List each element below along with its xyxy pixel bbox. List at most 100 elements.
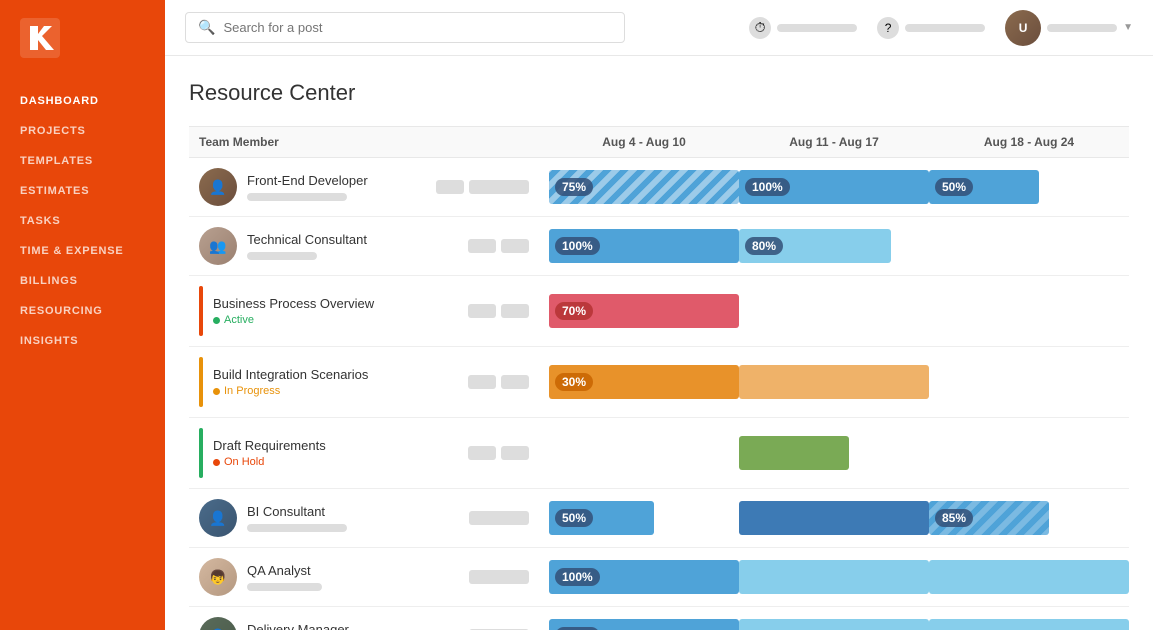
- gantt-bar: 100%: [739, 170, 929, 204]
- main: 🔍 ⏱ ? U ▼ Resource Center: [165, 0, 1153, 630]
- gantt-cell: 100%: [739, 158, 929, 217]
- col-header-member: Team Member: [189, 127, 549, 158]
- header-bar-1: [777, 24, 857, 32]
- gantt-bar: 50%: [549, 501, 654, 535]
- help-icon[interactable]: ?: [877, 17, 899, 39]
- sidebar-item-tasks[interactable]: Tasks: [0, 206, 165, 236]
- help-group: ?: [877, 17, 985, 39]
- user-dropdown-icon[interactable]: ▼: [1123, 22, 1133, 33]
- search-icon: 🔍: [198, 19, 215, 36]
- header-right: ⏱ ? U ▼: [749, 10, 1133, 46]
- sidebar-item-templates[interactable]: Templates: [0, 146, 165, 176]
- logo[interactable]: [0, 0, 165, 76]
- member-sub: [247, 583, 322, 591]
- user-avatar[interactable]: U: [1005, 10, 1041, 46]
- gantt-bar: 85%: [929, 501, 1049, 535]
- project-status: In Progress: [213, 385, 368, 397]
- gantt-bar: 100%: [549, 560, 739, 594]
- sidebar-item-insights[interactable]: Insights: [0, 326, 165, 356]
- project-stripe: [199, 428, 203, 478]
- gantt-bar: 80%: [739, 229, 891, 263]
- avatar: 👤: [199, 168, 237, 206]
- gantt-cell: [929, 217, 1129, 276]
- col-header-week2: Aug 11 - Aug 17: [739, 127, 929, 158]
- gantt-cell: [739, 347, 929, 418]
- gantt-bar: [739, 501, 929, 535]
- gantt-percent: 75%: [555, 178, 593, 196]
- gantt-bar: 100%: [549, 619, 739, 630]
- gantt-bar: [929, 560, 1129, 594]
- header-bar-3: [1047, 24, 1117, 32]
- project-tags: [468, 304, 539, 318]
- project-name: Build Integration Scenarios: [213, 367, 368, 382]
- gantt-cell: 50%: [549, 489, 739, 548]
- user-group: U ▼: [1005, 10, 1133, 46]
- gantt-bar: [739, 619, 929, 630]
- gantt-bar: 100%: [549, 229, 739, 263]
- gantt-percent: 100%: [745, 178, 790, 196]
- notifications-group: ⏱: [749, 17, 857, 39]
- member-sub: [247, 524, 347, 532]
- status-dot: [213, 317, 220, 324]
- table-row: 👥 Technical Consultant: [189, 217, 1129, 276]
- search-bar[interactable]: 🔍: [185, 12, 625, 43]
- member-tags: [469, 570, 539, 584]
- gantt-percent: 100%: [555, 568, 600, 586]
- table-row: Draft Requirements On Hold: [189, 418, 1129, 489]
- project-name: Business Process Overview: [213, 296, 374, 311]
- table-row: 👤 BI Consultant: [189, 489, 1129, 548]
- header: 🔍 ⏱ ? U ▼: [165, 0, 1153, 56]
- avatar: 👤: [199, 499, 237, 537]
- project-name: Draft Requirements: [213, 438, 326, 453]
- project-tags: [468, 446, 539, 460]
- project-status: Active: [213, 314, 374, 326]
- gantt-percent: 30%: [555, 373, 593, 391]
- col-header-week1: Aug 4 - Aug 10: [549, 127, 739, 158]
- gantt-percent: 100%: [555, 237, 600, 255]
- project-stripe: [199, 357, 203, 407]
- gantt-bar: [739, 365, 929, 399]
- search-input[interactable]: [223, 20, 612, 35]
- status-label: On Hold: [224, 456, 264, 468]
- gantt-cell: [739, 489, 929, 548]
- sidebar-item-estimates[interactable]: Estimates: [0, 176, 165, 206]
- gantt-cell: [929, 548, 1129, 607]
- gantt-percent: 85%: [935, 509, 973, 527]
- sidebar-item-time-expense[interactable]: Time & Expense: [0, 236, 165, 266]
- member-name: QA Analyst: [247, 563, 459, 578]
- page-title: Resource Center: [189, 80, 1129, 106]
- project-status: On Hold: [213, 456, 326, 468]
- avatar: 👤: [199, 617, 237, 630]
- timer-icon[interactable]: ⏱: [749, 17, 771, 39]
- member-name: Delivery Manager: [247, 622, 459, 630]
- table-row: Business Process Overview Active: [189, 276, 1129, 347]
- member-sub: [247, 252, 317, 260]
- gantt-cell: 70%: [549, 276, 739, 347]
- member-name: BI Consultant: [247, 504, 459, 519]
- header-bar-2: [905, 24, 985, 32]
- gantt-cell: 85%: [929, 489, 1129, 548]
- status-label: Active: [224, 314, 254, 326]
- gantt-bar: 30%: [549, 365, 739, 399]
- gantt-bar: 75%: [549, 170, 739, 204]
- gantt-cell: 80%: [739, 217, 929, 276]
- sidebar-item-billings[interactable]: Billings: [0, 266, 165, 296]
- avatar: 👦: [199, 558, 237, 596]
- project-stripe: [199, 286, 203, 336]
- sidebar-item-projects[interactable]: Projects: [0, 116, 165, 146]
- content: Resource Center Team Member Aug 4 - Aug …: [165, 56, 1153, 630]
- member-name: Technical Consultant: [247, 232, 458, 247]
- table-row: Build Integration Scenarios In Progress: [189, 347, 1129, 418]
- gantt-bar: [739, 560, 929, 594]
- gantt-cell: [549, 418, 739, 489]
- gantt-cell: 30%: [549, 347, 739, 418]
- gantt-cell: 75%: [549, 158, 739, 217]
- sidebar-item-dashboard[interactable]: Dashboard: [0, 86, 165, 116]
- status-dot: [213, 459, 220, 466]
- table-row: 👤 Front-End Developer: [189, 158, 1129, 217]
- gantt-cell: [739, 276, 929, 347]
- gantt-bar: 50%: [929, 170, 1039, 204]
- sidebar-item-resourcing[interactable]: Resourcing: [0, 296, 165, 326]
- gantt-cell: [929, 418, 1129, 489]
- gantt-cell: 100%: [549, 217, 739, 276]
